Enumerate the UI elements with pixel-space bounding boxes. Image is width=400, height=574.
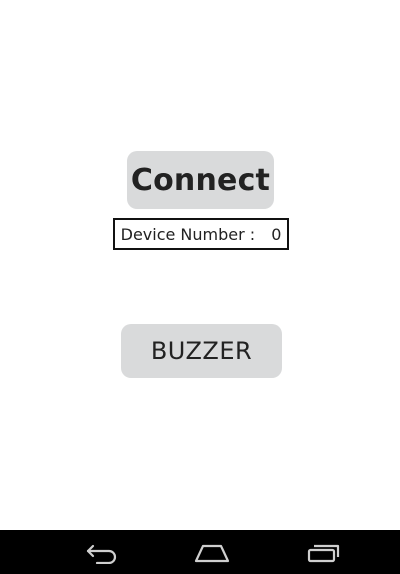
- buzzer-label: BUZZER: [150, 337, 253, 365]
- device-number-value: 0: [271, 224, 282, 244]
- connect-label: Connect: [130, 162, 271, 198]
- back-button[interactable]: [80, 536, 124, 568]
- device-number-display: Device Number : 0: [113, 218, 289, 250]
- recents-button[interactable]: [302, 536, 346, 568]
- recents-icon: [307, 544, 340, 563]
- home-button[interactable]: [190, 536, 234, 568]
- buzzer-button[interactable]: BUZZER: [121, 324, 282, 378]
- navigation-bar: [0, 530, 400, 574]
- home-icon: [194, 544, 230, 563]
- connect-button[interactable]: Connect: [127, 151, 274, 209]
- device-number-label: Device Number :: [120, 224, 256, 244]
- screen: Connect Device Number : 0 BUZZER: [0, 0, 400, 574]
- app-content: Connect Device Number : 0 BUZZER: [0, 0, 400, 530]
- back-icon: [86, 544, 117, 564]
